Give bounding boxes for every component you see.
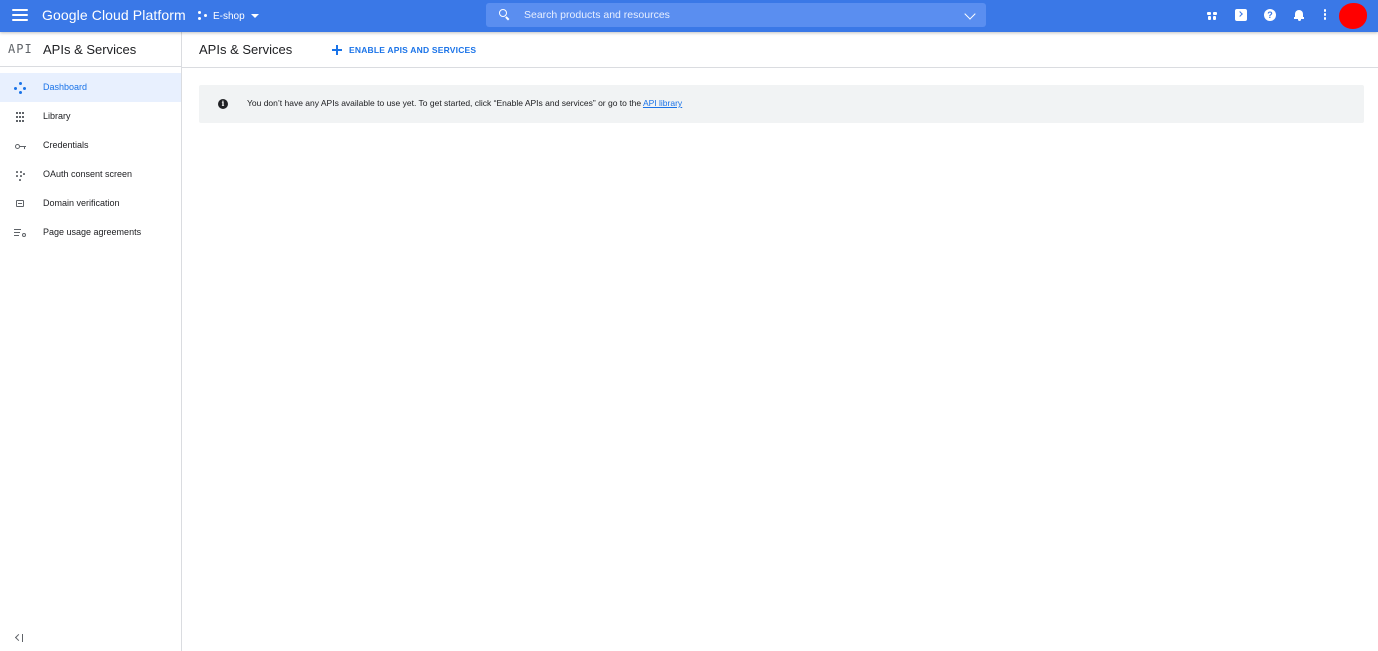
sidebar-item-label: OAuth consent screen — [43, 169, 133, 179]
sidebar-nav: Dashboard Library Credentials OAuth cons… — [0, 73, 181, 247]
sidebar-item-credentials[interactable]: Credentials — [0, 131, 181, 160]
sidebar-header: API APIs & Services — [0, 32, 181, 67]
enable-apis-button[interactable]: ENABLE APIS AND SERVICES — [332, 40, 476, 60]
page-usage-icon — [14, 227, 26, 239]
top-bar: Google Cloud Platform E-shop ? — [0, 0, 1378, 32]
project-icon — [198, 10, 210, 22]
search-input[interactable] — [524, 6, 944, 24]
main-header: APIs & Services ENABLE APIS AND SERVICES — [182, 32, 1378, 68]
search-bar[interactable] — [486, 3, 986, 27]
sidebar-item-label: Domain verification — [43, 198, 120, 208]
sidebar-item-oauth-consent-screen[interactable]: OAuth consent screen — [0, 160, 181, 189]
project-selector[interactable]: E-shop — [198, 7, 259, 25]
collapse-sidebar-icon[interactable] — [14, 632, 26, 644]
caret-down-icon — [250, 14, 259, 18]
notice-text: You don’t have any APIs available to use… — [247, 98, 682, 108]
plus-icon — [332, 45, 342, 55]
page-title: APIs & Services — [199, 42, 293, 57]
sidebar-item-library[interactable]: Library — [0, 102, 181, 131]
key-icon — [14, 140, 26, 152]
sidebar-item-label: Credentials — [43, 140, 89, 150]
sidebar-item-label: Dashboard — [43, 82, 88, 92]
info-notice: i You don’t have any APIs available to u… — [199, 85, 1364, 123]
cloud-shell-icon[interactable] — [1235, 9, 1247, 21]
notifications-icon[interactable] — [1293, 9, 1305, 21]
help-icon[interactable]: ? — [1264, 9, 1276, 21]
library-icon — [14, 111, 26, 123]
search-icon — [499, 9, 510, 21]
sidebar-item-domain-verification[interactable]: Domain verification — [0, 189, 181, 218]
info-icon: i — [218, 99, 228, 109]
dashboard-icon — [14, 82, 26, 94]
sidebar-item-label: Page usage agreements — [43, 227, 142, 237]
api-logo-icon: API — [8, 42, 33, 56]
sidebar-item-dashboard[interactable]: Dashboard — [0, 73, 181, 102]
enable-apis-label: ENABLE APIS AND SERVICES — [349, 45, 477, 55]
sidebar: API APIs & Services Dashboard Library Cr… — [0, 32, 182, 651]
more-vert-icon[interactable] — [1322, 9, 1328, 21]
domain-verification-icon — [14, 198, 26, 210]
menu-icon[interactable] — [12, 9, 28, 23]
sidebar-item-label: Library — [43, 111, 71, 121]
project-name: E-shop — [213, 10, 245, 22]
avatar[interactable] — [1339, 3, 1367, 29]
sidebar-title: APIs & Services — [43, 42, 137, 57]
oauth-consent-icon — [14, 169, 26, 181]
gift-icon[interactable] — [1206, 9, 1218, 21]
api-library-link[interactable]: API library — [643, 98, 682, 108]
chevron-down-icon[interactable] — [964, 8, 976, 20]
brand-title[interactable]: Google Cloud Platform — [42, 7, 186, 23]
notice-message: You don’t have any APIs available to use… — [247, 98, 643, 108]
sidebar-item-page-usage-agreements[interactable]: Page usage agreements — [0, 218, 181, 247]
